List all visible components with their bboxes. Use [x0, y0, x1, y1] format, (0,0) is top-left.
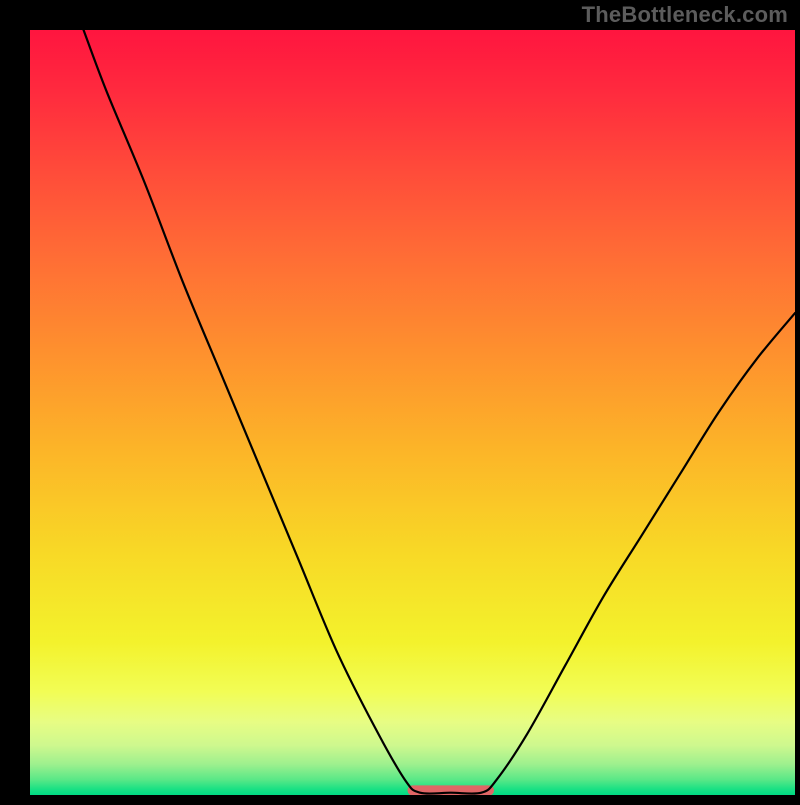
watermark-text: TheBottleneck.com: [582, 2, 788, 28]
chart-frame: TheBottleneck.com: [0, 0, 800, 800]
gradient-background: [30, 30, 795, 795]
bottleneck-chart: [0, 0, 800, 800]
